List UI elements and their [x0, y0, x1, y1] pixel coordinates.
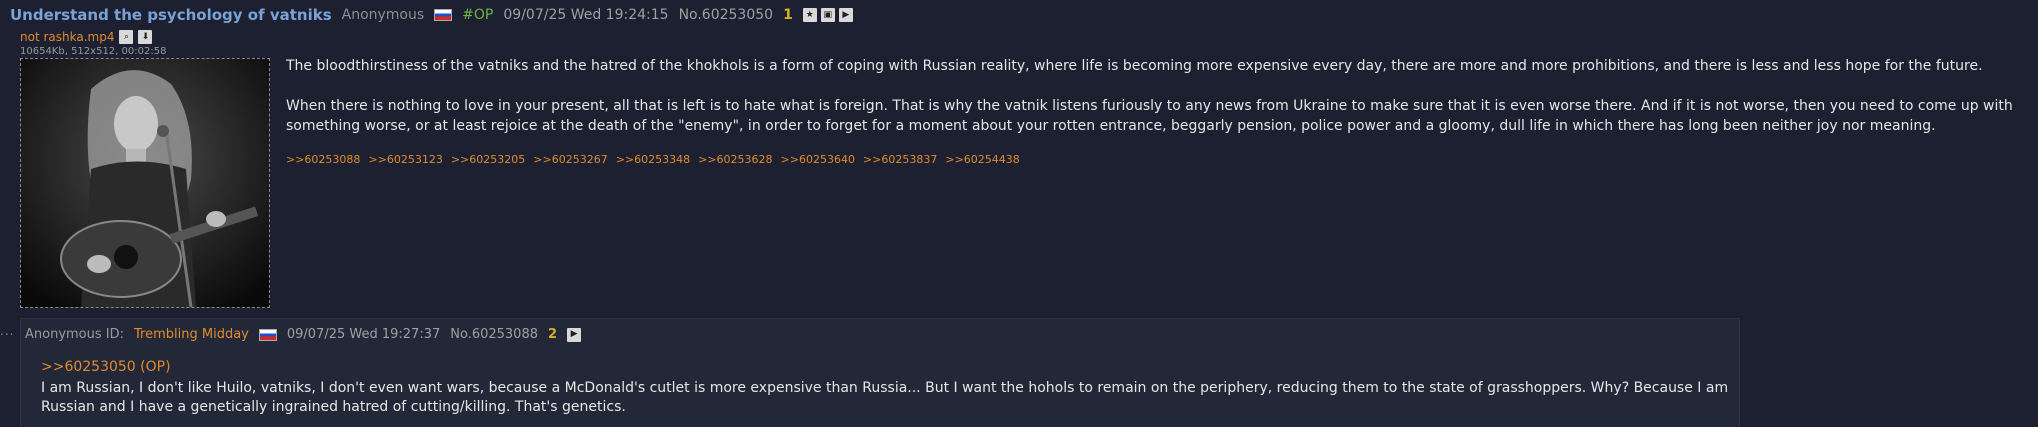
- poster-name: Anonymous: [341, 7, 425, 23]
- post-number[interactable]: No.60253050: [679, 7, 774, 23]
- quote-link[interactable]: >>60253050 (OP): [41, 359, 171, 375]
- post-datetime: 09/07/25 Wed 19:24:15: [503, 7, 669, 23]
- post-number[interactable]: No.60253088: [450, 327, 538, 342]
- images-icon[interactable]: ▣: [820, 8, 835, 22]
- russia-flag-icon: [434, 9, 453, 21]
- post-datetime: 09/07/25 Wed 19:27:37: [286, 327, 441, 342]
- woman-with-guitar-image: [21, 59, 269, 307]
- poster-id[interactable]: Trembling Midday: [134, 327, 249, 342]
- reply-link[interactable]: >>60253205: [451, 150, 525, 170]
- reply-link[interactable]: >>60253837: [863, 150, 937, 170]
- russia-flag-icon: [258, 328, 277, 341]
- file-info: not rashka.mp4 ⌕ ⬇: [20, 30, 153, 44]
- reply-links: >>60253088 >>60253123 >>60253205 >>60253…: [286, 150, 2036, 170]
- play-icon[interactable]: ▶: [567, 327, 582, 342]
- reply-link[interactable]: >>60253267: [533, 150, 607, 170]
- reply-post: Anonymous ID: Trembling Midday 09/07/25 …: [20, 318, 1740, 427]
- post-paragraph: When there is nothing to love in your pr…: [286, 98, 2013, 134]
- reply-link[interactable]: >>60253088: [286, 150, 360, 170]
- file-meta: 10654Kb, 512x512, 00:02:58: [20, 46, 167, 57]
- reply-text: I am Russian, I don't like Huilo, vatnik…: [41, 380, 1729, 415]
- reply-link[interactable]: >>60253123: [368, 150, 442, 170]
- reply-link[interactable]: >>60254438: [945, 150, 1019, 170]
- play-icon[interactable]: ▶: [838, 8, 853, 22]
- star-icon[interactable]: ★: [802, 8, 817, 22]
- op-post-header: Understand the psychology of vatniks Ano…: [10, 6, 853, 24]
- post-paragraph: The bloodthirstiness of the vatniks and …: [286, 58, 1983, 74]
- poster-name: Anonymous ID:: [25, 327, 125, 342]
- reply-link[interactable]: >>60253640: [781, 150, 855, 170]
- reply-link[interactable]: >>60253348: [616, 150, 690, 170]
- video-thumbnail[interactable]: [20, 58, 270, 308]
- reply-link[interactable]: >>60253628: [698, 150, 772, 170]
- reply-count[interactable]: 1: [783, 7, 793, 23]
- reply-post-header: Anonymous ID: Trembling Midday 09/07/25 …: [25, 327, 582, 342]
- download-icon[interactable]: ⬇: [138, 30, 153, 44]
- op-tag: #OP: [462, 7, 494, 23]
- collapse-dots[interactable]: ...: [0, 324, 14, 338]
- thread: Understand the psychology of vatniks Ano…: [0, 0, 2038, 427]
- post-subject[interactable]: Understand the psychology of vatniks: [10, 6, 332, 24]
- file-name-link[interactable]: not rashka.mp4: [20, 30, 114, 44]
- reply-count[interactable]: 2: [548, 327, 557, 342]
- search-icon[interactable]: ⌕: [119, 30, 134, 44]
- op-post-body: The bloodthirstiness of the vatniks and …: [286, 56, 2036, 170]
